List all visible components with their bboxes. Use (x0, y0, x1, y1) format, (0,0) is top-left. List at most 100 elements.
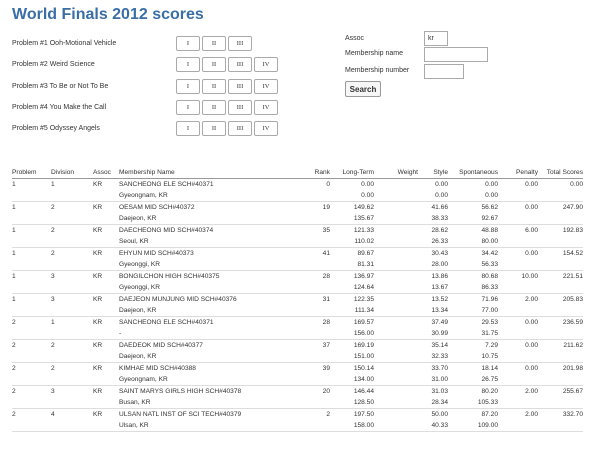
cell-assoc: KR (93, 296, 103, 303)
cell-empty (498, 374, 538, 386)
cell-location: Seoul, KR (119, 236, 309, 248)
cell-weight (374, 248, 418, 260)
cell-spontaneous: 80.68 (481, 273, 498, 280)
cell-style: 30.43 (431, 250, 448, 257)
cell-long-term-secondary: 111.34 (330, 305, 374, 317)
header-spontaneous[interactable]: Spontaneous (448, 167, 498, 179)
cell-spontaneous-secondary: 10.75 (448, 351, 498, 363)
cell-empty (12, 397, 51, 409)
cell-long-term-secondary: 0.00 (330, 190, 374, 202)
cell-empty (374, 328, 418, 340)
cell-penalty: 0.00 (525, 250, 538, 257)
problem-2-division-4-button[interactable]: IV (254, 57, 278, 72)
cell-location: Gyeongnam, KR (119, 190, 309, 202)
problem-5-division-2-button[interactable]: II (202, 121, 226, 136)
cell-style: 37.49 (431, 319, 448, 326)
problem-1-division-buttons: I II III (176, 36, 254, 51)
cell-membership-name[interactable]: SANCHEONG ELE SCH#40371 (119, 179, 309, 191)
problem-4-division-2-button[interactable]: II (202, 100, 226, 115)
problem-2-division-1-button[interactable]: I (176, 57, 200, 72)
problem-4-division-buttons: I II III IV (176, 100, 280, 115)
problem-4-division-1-button[interactable]: I (176, 100, 200, 115)
cell-location: Gyeonggi, KR (119, 259, 309, 271)
cell-empty (538, 351, 583, 363)
assoc-label: Assoc (345, 35, 365, 42)
cell-spontaneous: 0.00 (485, 181, 498, 188)
cell-division: 2 (51, 204, 55, 211)
cell-problem: 1 (12, 296, 16, 303)
cell-membership-name[interactable]: DAECHEONG MID SCH#40374 (119, 225, 309, 237)
cell-location: Daejeon, KR (119, 351, 309, 363)
header-long-term[interactable]: Long-Term (330, 167, 374, 179)
cell-weight (374, 202, 418, 214)
cell-style: 13.52 (431, 296, 448, 303)
cell-membership-name[interactable]: SAINT MARYS GIRLS HIGH SCH#40378 (119, 386, 309, 398)
header-weight[interactable]: Weight (374, 167, 418, 179)
header-total-scores[interactable]: Total Scores (538, 167, 583, 179)
header-style[interactable]: Style (418, 167, 448, 179)
header-rank[interactable]: Rank (309, 167, 330, 179)
cell-rank: 19 (322, 204, 330, 211)
problem-2-division-2-button[interactable]: II (202, 57, 226, 72)
problem-3-division-4-button[interactable]: IV (254, 79, 278, 94)
cell-membership-name[interactable]: KIMHAE MID SCH#40388 (119, 363, 309, 375)
table-row: 2 2 KR KIMHAE MID SCH#40388 39 150.14 33.70 18.… (12, 363, 583, 375)
search-button[interactable]: Search (345, 81, 381, 97)
problem-3-division-3-button[interactable]: III (228, 79, 252, 94)
cell-empty (309, 305, 330, 317)
cell-empty (93, 351, 119, 363)
cell-empty (374, 397, 418, 409)
cell-style-secondary: 30.99 (418, 328, 448, 340)
problem-4-division-4-button[interactable]: IV (254, 100, 278, 115)
header-problem[interactable]: Problem (12, 167, 51, 179)
cell-total-score: 201.98 (562, 365, 583, 372)
cell-membership-name[interactable]: EHYUN MID SCH#40373 (119, 248, 309, 260)
cell-problem: 1 (12, 250, 16, 257)
cell-long-term-secondary: 124.64 (330, 282, 374, 294)
table-row: 1 2 KR OESAM MID SCH#40372 19 149.62 41.66 56.6… (12, 202, 583, 214)
membership-number-input[interactable] (424, 64, 464, 79)
cell-empty (498, 351, 538, 363)
cell-empty (538, 397, 583, 409)
cell-membership-name[interactable]: BONGILCHON HIGH SCH#40375 (119, 271, 309, 283)
cell-style: 28.62 (431, 227, 448, 234)
cell-spontaneous: 56.62 (481, 204, 498, 211)
problem-3-division-2-button[interactable]: II (202, 79, 226, 94)
header-membership-name[interactable]: Membership Name (119, 167, 309, 179)
cell-membership-name[interactable]: DAEJEON MUNJUNG MID SCH#40376 (119, 294, 309, 306)
cell-division: 3 (51, 388, 55, 395)
problem-1-division-3-button[interactable]: III (228, 36, 252, 51)
table-row: 1 3 KR BONGILCHON HIGH SCH#40375 28 136.97 13.… (12, 271, 583, 283)
table-row-detail: Daejeon, KR 135.67 38.33 92.67 (12, 213, 583, 225)
cell-membership-name[interactable]: DAEDEOK MID SCH#40377 (119, 340, 309, 352)
problem-5-division-4-button[interactable]: IV (254, 121, 278, 136)
header-assoc[interactable]: Assoc (93, 167, 119, 179)
problem-1-division-2-button[interactable]: II (202, 36, 226, 51)
cell-long-term-secondary: 158.00 (330, 420, 374, 432)
problem-5-division-3-button[interactable]: III (228, 121, 252, 136)
membership-name-input[interactable] (424, 47, 488, 62)
problem-1-division-1-button[interactable]: I (176, 36, 200, 51)
problem-3-division-1-button[interactable]: I (176, 79, 200, 94)
cell-empty (51, 351, 93, 363)
cell-style: 33.70 (431, 365, 448, 372)
cell-total-score: 211.62 (563, 342, 583, 349)
cell-empty (12, 236, 51, 248)
cell-membership-name[interactable]: OESAM MID SCH#40372 (119, 202, 309, 214)
cell-total-score: 221.51 (562, 273, 583, 280)
cell-membership-name[interactable]: SANCHEONG ELE SCH#40371 (119, 317, 309, 329)
header-penalty[interactable]: Penalty (498, 167, 538, 179)
problem-5-division-1-button[interactable]: I (176, 121, 200, 136)
cell-assoc: KR (93, 388, 103, 395)
cell-empty (12, 420, 51, 432)
assoc-input[interactable] (424, 31, 448, 46)
cell-empty (374, 305, 418, 317)
cell-long-term-secondary: 81.31 (330, 259, 374, 271)
header-division[interactable]: Division (51, 167, 93, 179)
problem-4-division-3-button[interactable]: III (228, 100, 252, 115)
problem-2-division-3-button[interactable]: III (228, 57, 252, 72)
cell-style-secondary: 31.00 (418, 374, 448, 386)
cell-spontaneous-secondary: 0.00 (448, 190, 498, 202)
cell-membership-name[interactable]: ULSAN NATL INST OF SCI TECH#40379 (119, 409, 309, 421)
cell-problem: 2 (12, 342, 16, 349)
